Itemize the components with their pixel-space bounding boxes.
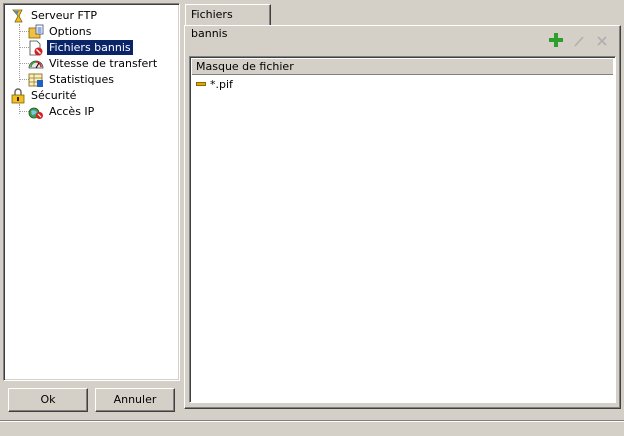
file-mask-icon xyxy=(196,82,206,86)
security-lock-icon xyxy=(10,88,26,104)
add-button[interactable] xyxy=(547,32,565,50)
tree-item-label: Sécurité xyxy=(31,89,77,102)
cancel-button[interactable]: Annuler xyxy=(95,388,175,412)
banned-files-icon xyxy=(28,40,44,56)
tree-item-label: Options xyxy=(49,25,92,38)
tree-item-label: Statistiques xyxy=(49,73,114,86)
tab-label: Fichiers bannis xyxy=(191,8,233,40)
tree-item-label: Serveur FTP xyxy=(31,9,98,22)
file-mask-label: *.pif xyxy=(210,78,233,91)
status-bar xyxy=(0,420,624,436)
tab-fichiers-bannis[interactable]: Fichiers bannis xyxy=(185,4,271,40)
column-header-label: Masque de fichier xyxy=(196,60,294,73)
tree-item-label: Accès IP xyxy=(49,105,95,118)
speed-gauge-icon xyxy=(28,56,44,72)
options-icon xyxy=(28,24,44,40)
delete-icon xyxy=(596,32,608,51)
banned-files-list[interactable]: Masque de fichier *.pif xyxy=(189,56,616,403)
tree-item-label: Vitesse de transfert xyxy=(49,57,158,70)
ftp-server-icon xyxy=(10,8,26,24)
ip-access-icon xyxy=(28,104,44,120)
list-item[interactable]: *.pif xyxy=(196,77,233,93)
tree-item-label: Fichiers bannis xyxy=(47,40,133,55)
edit-icon xyxy=(573,32,585,51)
ok-button[interactable]: Ok xyxy=(8,388,88,412)
tab-page-fichiers-bannis: Masque de fichier *.pif xyxy=(184,25,621,409)
edit-button[interactable] xyxy=(570,32,588,50)
statistics-icon xyxy=(28,72,44,88)
settings-tree[interactable]: Serveur FTP Options Fichiers bannis Vite… xyxy=(3,3,180,381)
column-header-masque[interactable]: Masque de fichier xyxy=(192,59,613,75)
add-icon xyxy=(549,32,563,51)
delete-button[interactable] xyxy=(593,32,611,50)
